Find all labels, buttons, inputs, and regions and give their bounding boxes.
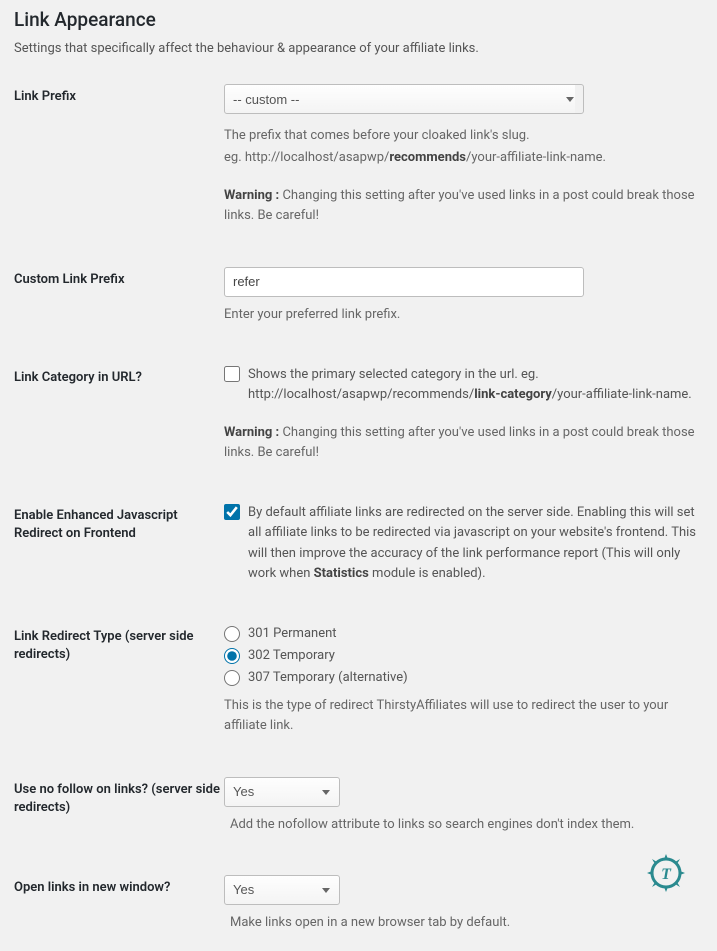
link-prefix-warning: Warning : Changing this setting after yo… <box>224 186 703 226</box>
custom-prefix-desc: Enter your preferred link prefix. <box>224 305 703 325</box>
redirect-301-radio[interactable] <box>224 626 240 642</box>
enhanced-js-text: By default affiliate links are redirecte… <box>248 503 703 584</box>
custom-prefix-input[interactable] <box>224 267 584 297</box>
redirect-307-label[interactable]: 307 Temporary (alternative) <box>248 668 408 688</box>
link-prefix-select[interactable]: -- custom -- <box>224 84 584 114</box>
newwindow-desc: Make links open in a new browser tab by … <box>230 913 703 933</box>
link-prefix-label: Link Prefix <box>14 84 224 106</box>
redirect-301-label[interactable]: 301 Permanent <box>248 624 337 644</box>
category-url-warning: Warning : Changing this setting after yo… <box>224 423 703 463</box>
nofollow-label: Use no follow on links? (server side red… <box>14 777 224 817</box>
enhanced-js-checkbox[interactable] <box>224 504 240 520</box>
category-url-checkbox[interactable] <box>224 366 240 382</box>
link-prefix-desc1: The prefix that comes before your cloake… <box>224 126 703 146</box>
redirect-type-label: Link Redirect Type (server side redirect… <box>14 624 224 664</box>
newwindow-select[interactable]: Yes <box>224 875 340 905</box>
newwindow-label: Open links in new window? <box>14 875 224 897</box>
redirect-307-radio[interactable] <box>224 670 240 686</box>
link-prefix-desc2: eg. http://localhost/asapwp/recommends/y… <box>224 148 703 168</box>
category-url-text: Shows the primary selected category in t… <box>248 365 703 405</box>
redirect-302-label[interactable]: 302 Temporary <box>248 646 335 666</box>
redirect-type-desc: This is the type of redirect ThirstyAffi… <box>224 696 703 736</box>
redirect-302-radio[interactable] <box>224 648 240 664</box>
page-title: Link Appearance <box>14 8 703 31</box>
custom-prefix-label: Custom Link Prefix <box>14 267 224 289</box>
nofollow-desc: Add the nofollow attribute to links so s… <box>230 815 703 835</box>
category-url-label: Link Category in URL? <box>14 365 224 387</box>
enhanced-js-label: Enable Enhanced Javascript Redirect on F… <box>14 503 224 543</box>
page-subtitle: Settings that specifically affect the be… <box>14 41 703 56</box>
nofollow-select[interactable]: Yes <box>224 777 340 807</box>
